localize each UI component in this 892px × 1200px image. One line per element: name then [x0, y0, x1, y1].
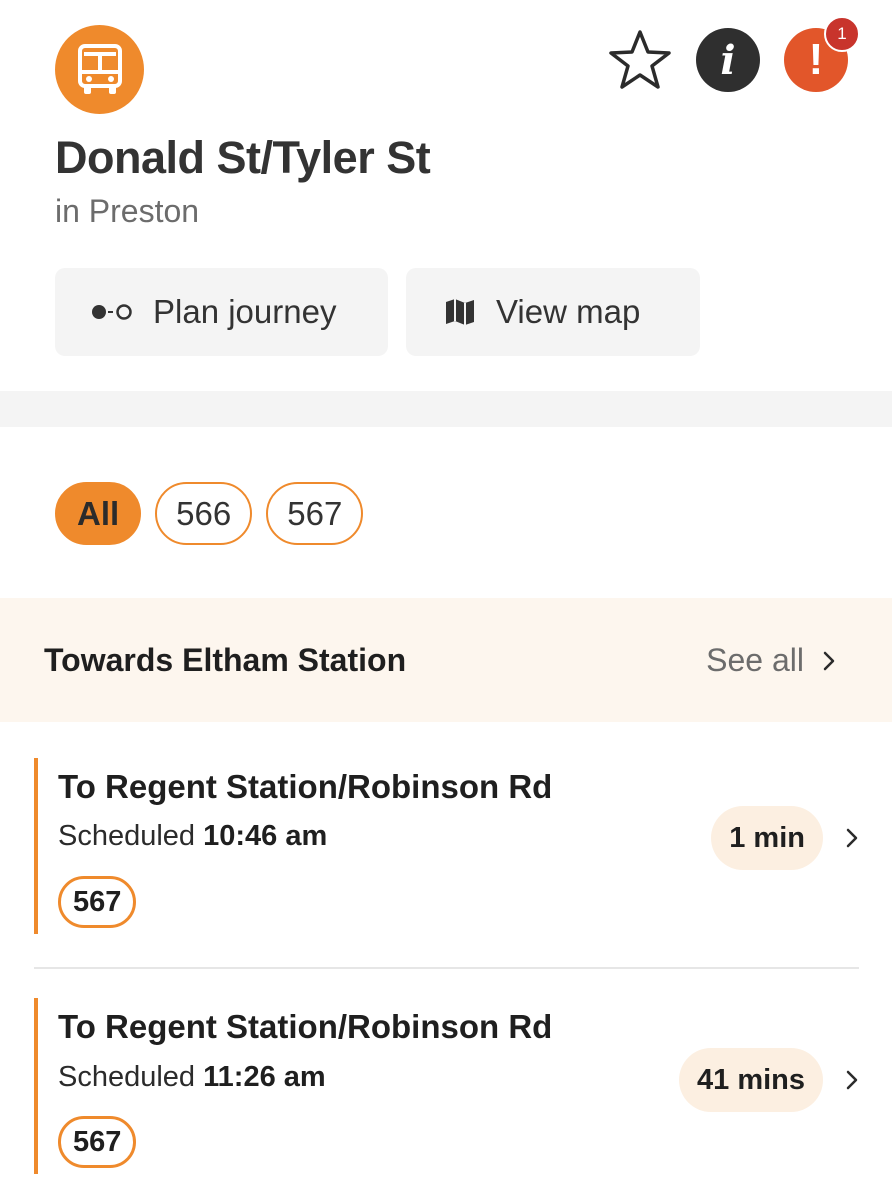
scheduled-label: Scheduled: [58, 820, 196, 852]
info-icon-glyph: i: [720, 36, 736, 84]
departure-destination: To Regent Station/Robinson Rd: [58, 768, 553, 805]
departure-destination: To Regent Station/Robinson Rd: [58, 1008, 553, 1045]
route-badge: 567: [58, 876, 137, 928]
chevron-right-icon: [823, 651, 835, 670]
filter-chip-566[interactable]: 566: [155, 482, 253, 545]
scheduled-label: Scheduled: [58, 1061, 196, 1093]
scheduled-time: 10:46 am: [203, 820, 328, 852]
direction-title: Towards Eltham Station: [44, 642, 407, 678]
view-map-label: View map: [496, 293, 641, 330]
eta-badge: 41 mins: [679, 1048, 823, 1112]
plan-journey-button[interactable]: Plan journey: [55, 268, 388, 356]
route-filter-chips: All 566 567: [55, 482, 364, 545]
header-actions: i ! 1: [608, 16, 860, 92]
map-icon: [442, 297, 478, 327]
filter-chip-567[interactable]: 567: [266, 482, 364, 545]
row-divider: [34, 967, 859, 969]
chevron-right-icon: [846, 828, 858, 848]
plan-journey-label: Plan journey: [153, 293, 337, 330]
departure-row[interactable]: To Regent Station/Robinson Rd Scheduled …: [34, 998, 859, 1174]
route-badge: 567: [58, 1116, 137, 1168]
see-all-label: See all: [706, 642, 804, 678]
section-divider: [0, 391, 892, 427]
stop-title: Donald St/Tyler St: [55, 132, 431, 183]
departure-scheduled: Scheduled 11:26 am: [58, 1061, 326, 1094]
alert-icon[interactable]: ! 1: [784, 16, 860, 92]
route-accent-bar: [34, 758, 38, 934]
route-accent-bar: [34, 998, 38, 1174]
see-all-link[interactable]: See all: [706, 642, 836, 679]
journey-dots-icon: [91, 302, 135, 322]
bus-icon: [55, 25, 144, 114]
departure-row[interactable]: To Regent Station/Robinson Rd Scheduled …: [34, 758, 859, 934]
scheduled-time: 11:26 am: [203, 1061, 326, 1093]
star-outline-icon[interactable]: [608, 28, 672, 92]
alert-icon-glyph: !: [808, 35, 824, 84]
stop-suburb: in Preston: [55, 193, 200, 229]
filter-chip-all[interactable]: All: [55, 482, 142, 545]
eta-badge: 1 min: [711, 806, 823, 870]
view-map-button[interactable]: View map: [406, 268, 700, 356]
info-icon[interactable]: i: [696, 28, 760, 92]
alert-count-badge: 1: [824, 16, 860, 52]
departure-scheduled: Scheduled 10:46 am: [58, 820, 327, 853]
chevron-right-icon: [846, 1070, 858, 1090]
